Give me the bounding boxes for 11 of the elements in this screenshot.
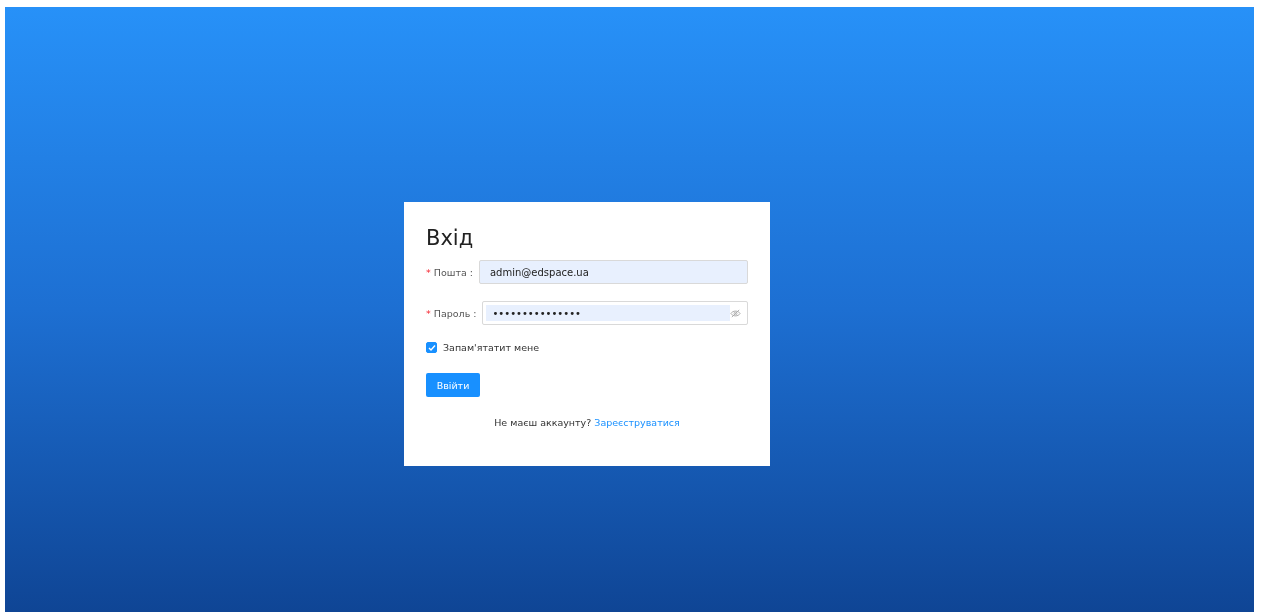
field-label: Пошта : <box>433 266 473 278</box>
field-label: Пароль : <box>433 307 477 319</box>
email-field[interactable]: admin@edspace.ua <box>479 260 748 284</box>
signup-prompt: Не маєш аккаунту? Зареєструватися <box>493 417 681 428</box>
required-mark: * <box>426 266 431 278</box>
eye-hidden-icon[interactable] <box>730 307 741 319</box>
checkbox-label: Запам'ятатит мене <box>443 342 540 353</box>
required-mark: * <box>426 307 431 319</box>
password-field[interactable]: ••••••••••••••• <box>482 301 748 325</box>
form-title: Вхід <box>426 226 475 250</box>
checkbox[interactable] <box>426 342 437 353</box>
